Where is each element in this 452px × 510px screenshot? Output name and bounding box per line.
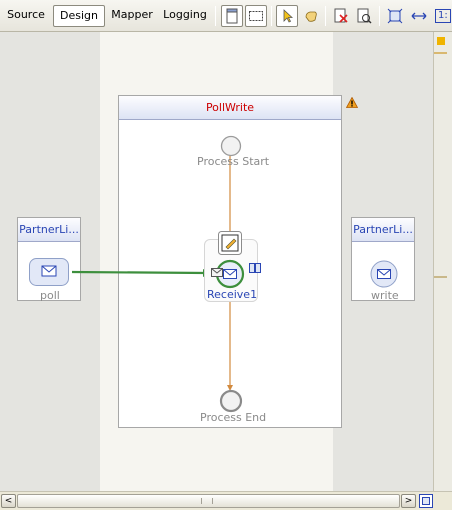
- scroll-thumb[interactable]: [17, 494, 400, 508]
- warning-marker[interactable]: [437, 37, 445, 45]
- advanced-validate-icon: [357, 8, 372, 24]
- scroll-left-button[interactable]: <: [1, 494, 16, 508]
- overview-mark: [434, 276, 447, 278]
- tab-source[interactable]: Source: [3, 5, 49, 27]
- marquee-select-icon: [249, 11, 263, 21]
- correlation-icon[interactable]: [249, 262, 261, 274]
- thumb-grip: [201, 498, 213, 504]
- design-canvas[interactable]: PartnerLi... poll PartnerLi... write Pol…: [0, 32, 433, 491]
- horizontal-scrollbar[interactable]: < >: [0, 491, 452, 510]
- fit-width-button[interactable]: [408, 5, 430, 27]
- marquee-select-button[interactable]: [245, 5, 267, 27]
- overview-strip: [433, 32, 452, 491]
- hand-icon: [305, 11, 317, 22]
- receive-label: Receive1: [207, 288, 258, 301]
- process-end-node[interactable]: [219, 389, 243, 413]
- hand-tool-button[interactable]: [300, 5, 322, 27]
- tab-design[interactable]: Design: [53, 5, 105, 27]
- process-start-node[interactable]: [220, 135, 242, 157]
- fit-width-icon: [411, 12, 427, 20]
- scroll-right-button[interactable]: >: [401, 494, 416, 508]
- process-end-label: Process End: [200, 411, 267, 424]
- fit-diagram-icon: [387, 8, 403, 24]
- show-process-button[interactable]: [221, 5, 243, 27]
- tab-mapper[interactable]: Mapper: [108, 5, 156, 27]
- process-start-label: Process Start: [197, 155, 270, 168]
- overview-mark: [434, 52, 447, 54]
- fit-diagram-button[interactable]: [384, 5, 406, 27]
- select-pointer-button[interactable]: [276, 5, 298, 27]
- edit-icon[interactable]: [218, 231, 242, 255]
- advanced-validate-button[interactable]: [353, 5, 375, 27]
- actual-size-button[interactable]: 1:: [431, 5, 452, 27]
- message-icon: [211, 268, 223, 277]
- toolbar-separator: [325, 6, 326, 26]
- navigator-icon[interactable]: [419, 494, 433, 508]
- toolbar-separator: [271, 6, 272, 26]
- editor-toolbar: Source Design Mapper Logging 1:: [0, 0, 452, 32]
- toolbar-separator: [215, 6, 216, 26]
- show-process-icon: [226, 8, 238, 24]
- select-pointer-icon: [283, 9, 294, 23]
- toolbar-separator: [379, 6, 380, 26]
- actual-size-icon: 1:: [435, 9, 451, 23]
- validate-icon: [334, 8, 348, 23]
- validate-button[interactable]: [330, 5, 352, 27]
- tab-logging[interactable]: Logging: [161, 5, 209, 27]
